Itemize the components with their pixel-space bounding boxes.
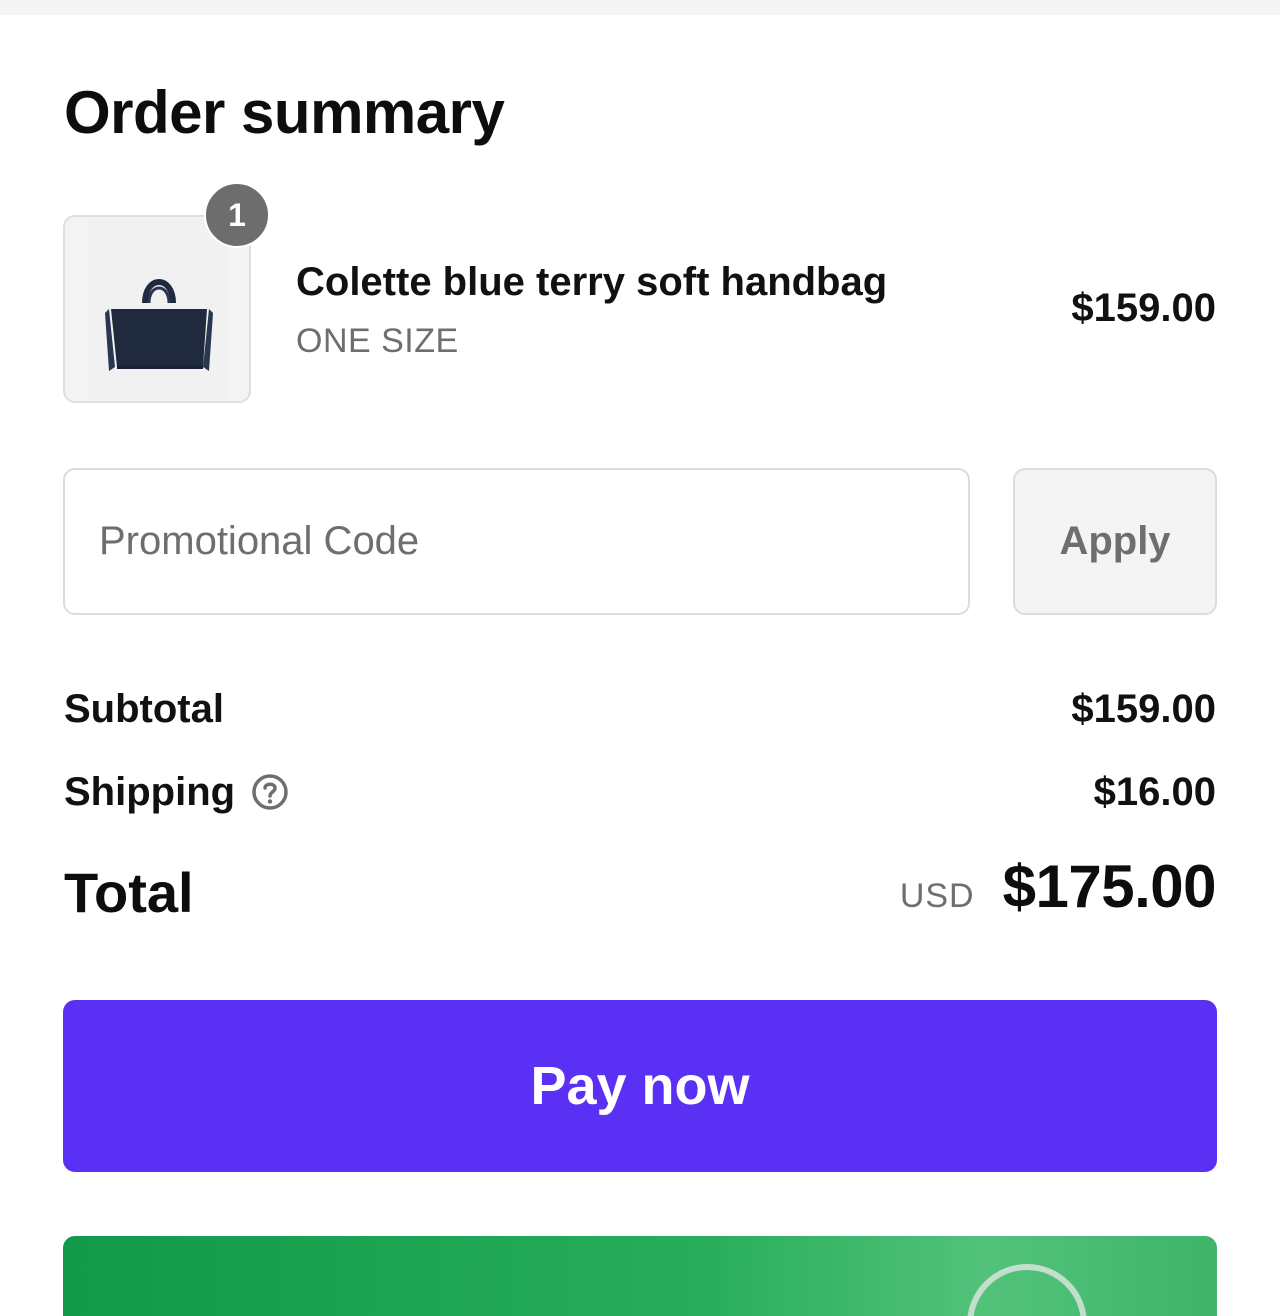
subtotal-value: $159.00: [1071, 687, 1216, 731]
shipping-label: Shipping: [64, 770, 236, 814]
promo-code-input[interactable]: [63, 468, 970, 615]
shipping-value: $16.00: [1093, 770, 1216, 814]
subtotal-label: Subtotal: [64, 687, 224, 731]
product-variant: ONE SIZE: [296, 322, 459, 360]
shipping-row: Shipping: [64, 768, 289, 816]
question-circle-icon[interactable]: [251, 773, 289, 811]
pay-now-button[interactable]: Pay now: [63, 1000, 1217, 1172]
top-strip: [0, 0, 1280, 15]
apply-button[interactable]: Apply: [1013, 468, 1217, 615]
banner-graphic: [967, 1264, 1087, 1316]
total-value: $175.00: [1002, 853, 1217, 920]
page-title: Order summary: [64, 79, 505, 146]
product-price: $159.00: [1071, 286, 1216, 330]
product-name: Colette blue terry soft handbag: [296, 260, 888, 304]
handbag-image: [87, 219, 227, 399]
total-amount-group: USD $175.00: [899, 852, 1217, 921]
promo-banner[interactable]: [63, 1236, 1217, 1316]
currency-code: USD: [899, 877, 975, 915]
total-label: Total: [64, 861, 194, 924]
quantity-badge: 1: [204, 182, 270, 248]
